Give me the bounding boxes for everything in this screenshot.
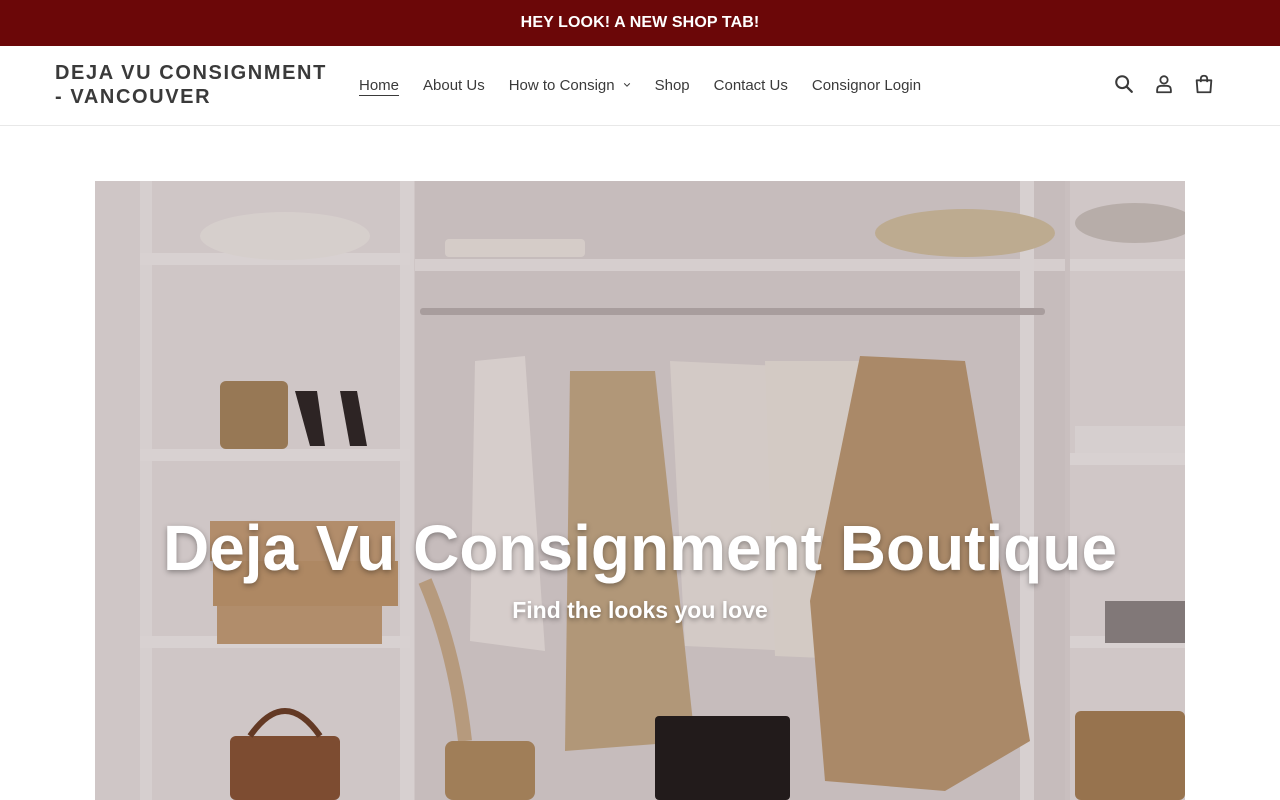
announcement-text: HEY LOOK! A NEW SHOP TAB! — [520, 14, 760, 31]
nav-home[interactable]: Home — [359, 77, 399, 94]
hero-title: Deja Vu Consignment Boutique — [162, 512, 1118, 584]
nav-consignor-login-label: Consignor Login — [811, 76, 922, 94]
nav-home-label: Home — [359, 76, 400, 94]
hero-banner: Deja Vu Consignment Boutique Find the lo… — [95, 181, 1185, 800]
site-header: DEJA VU CONSIGNMENT - VANCOUVER Home Abo… — [0, 46, 1280, 126]
hero-subtitle: Find the looks you love — [512, 597, 768, 623]
account-icon[interactable] — [1152, 72, 1176, 96]
header-icons — [1096, 72, 1216, 96]
nav-shop[interactable]: Shop — [655, 77, 690, 94]
nav-how-to-consign-label: How to Consign — [508, 76, 615, 94]
nav-about-us-label: About Us — [423, 76, 485, 94]
nav-contact-us-label: Contact Us — [713, 76, 788, 94]
main-nav: Home About Us How to Consign Shop Contac… — [359, 46, 945, 124]
chevron-down-icon — [623, 83, 630, 87]
nav-shop-label: Shop — [654, 76, 690, 94]
logo-line-2: - VANCOUVER — [55, 86, 212, 108]
hero-overlay — [95, 181, 1185, 800]
nav-about-us[interactable]: About Us — [423, 77, 485, 94]
nav-consignor-login[interactable]: Consignor Login — [812, 77, 921, 94]
site-logo[interactable]: DEJA VU CONSIGNMENT - VANCOUVER — [55, 61, 345, 109]
announcement-bar[interactable]: HEY LOOK! A NEW SHOP TAB! — [0, 0, 1280, 46]
nav-contact-us[interactable]: Contact Us — [714, 77, 788, 94]
nav-how-to-consign[interactable]: How to Consign — [509, 77, 631, 94]
search-icon[interactable] — [1112, 72, 1136, 96]
cart-icon[interactable] — [1192, 72, 1216, 96]
logo-line-1: DEJA VU CONSIGNMENT — [55, 62, 327, 84]
